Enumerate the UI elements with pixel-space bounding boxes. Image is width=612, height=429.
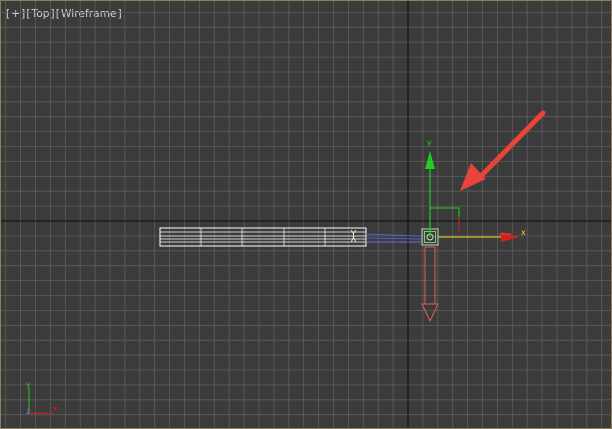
mini-axis-x: x — [53, 404, 58, 413]
wireframe-object[interactable] — [159, 227, 367, 247]
gizmo-y-label: y — [427, 138, 432, 147]
gizmo-x-label: x — [521, 228, 526, 237]
mini-axis-z: z — [26, 407, 30, 416]
mini-axis-y: y — [26, 380, 31, 389]
annotation-arrow-icon — [460, 110, 546, 191]
view-axis-tripod-icon: y z x — [26, 380, 58, 416]
grid-lines — [1, 1, 611, 428]
top-viewport[interactable]: [+] [Top] [Wireframe] x y y z x — [0, 0, 612, 429]
